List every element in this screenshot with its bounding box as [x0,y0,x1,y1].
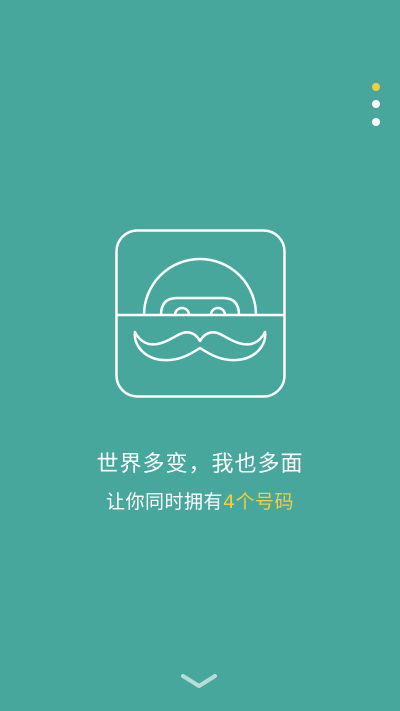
subline-highlight: 4个号码 [222,491,295,513]
next-page-button[interactable] [180,672,218,690]
chevron-down-icon [181,674,217,688]
mustache-face-icon [115,229,286,398]
page-dot-3[interactable] [372,118,380,126]
page-dot-2[interactable] [372,100,380,108]
headline: 世界多变，我也多面 [96,452,304,477]
app-logo [115,229,286,398]
onboarding-screen: 世界多变，我也多面 让你同时拥有4个号码 [0,0,400,711]
page-dot-1[interactable] [372,83,380,91]
subline: 让你同时拥有4个号码 [0,487,400,514]
subline-text: 让你同时拥有 [105,491,223,513]
